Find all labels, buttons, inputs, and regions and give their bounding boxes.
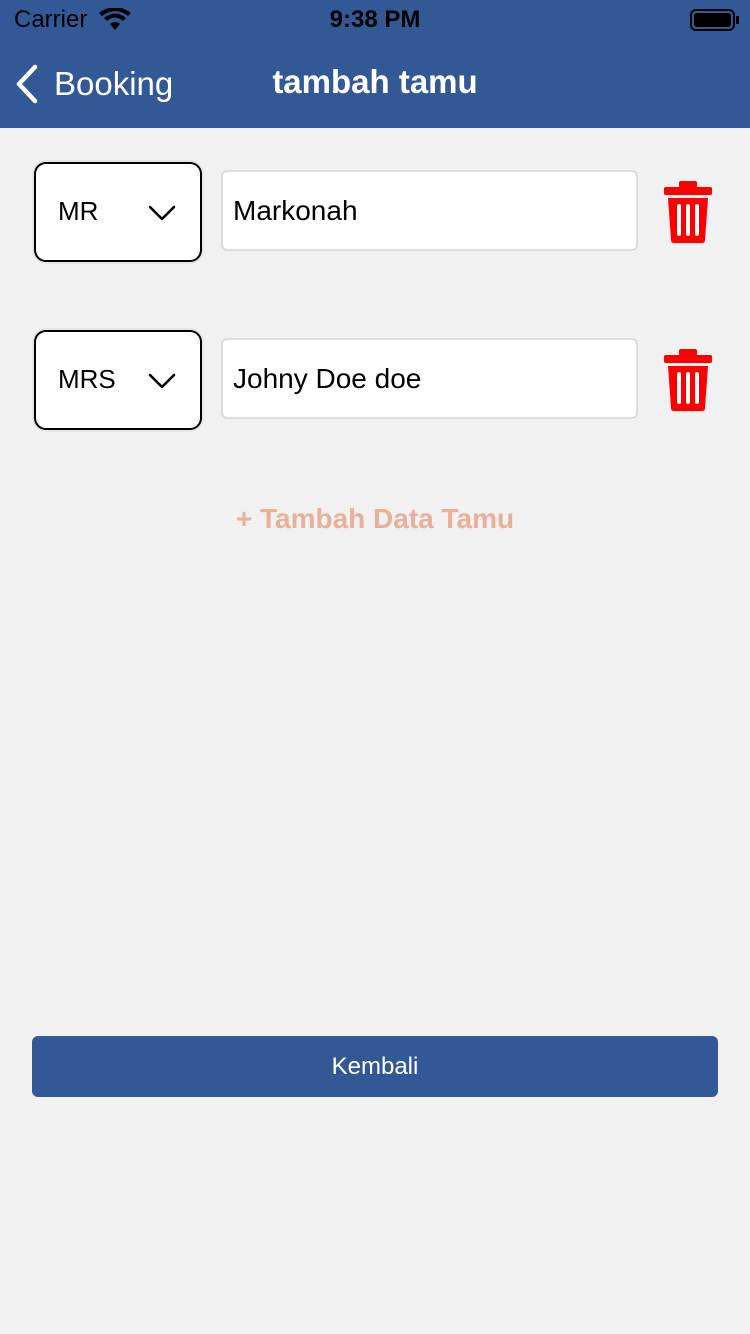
add-guest-link[interactable]: + Tambah Data Tamu bbox=[0, 503, 750, 535]
guest-row: MRS Johny Doe doe bbox=[0, 330, 750, 434]
trash-icon[interactable] bbox=[661, 348, 715, 412]
title-select-value: MR bbox=[58, 196, 99, 226]
title-select-value: MRS bbox=[58, 364, 116, 394]
title-select[interactable]: MRS bbox=[34, 330, 202, 430]
title-select[interactable]: MR bbox=[34, 162, 202, 262]
guest-row: MR Markonah bbox=[0, 162, 750, 266]
back-button[interactable]: Kembali bbox=[32, 1036, 718, 1097]
chevron-down-icon bbox=[148, 373, 176, 389]
page-title: tambah tamu bbox=[272, 63, 478, 100]
battery-icon bbox=[690, 9, 739, 31]
chevron-down-icon bbox=[148, 205, 176, 221]
trash-icon[interactable] bbox=[661, 180, 715, 244]
status-bar: Carrier 9:38 PM bbox=[0, 0, 750, 40]
status-time: 9:38 PM bbox=[329, 6, 421, 33]
guest-name-input[interactable]: Markonah bbox=[221, 170, 638, 251]
app-header: Carrier 9:38 PM Booking tambah tamu bbox=[0, 0, 750, 128]
guest-name-input[interactable]: Johny Doe doe bbox=[221, 338, 638, 419]
